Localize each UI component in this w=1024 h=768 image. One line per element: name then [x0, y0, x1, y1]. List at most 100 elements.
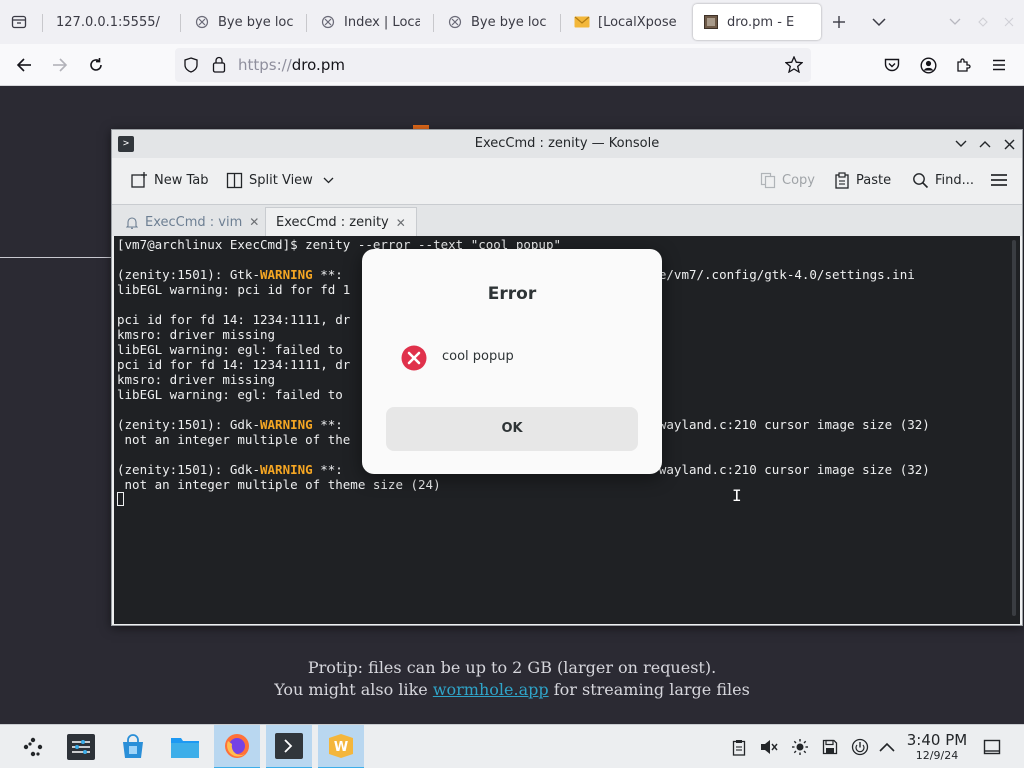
volume-muted-icon[interactable]: [759, 737, 779, 757]
maximize-button[interactable]: [970, 9, 996, 35]
find-button[interactable]: Find...: [912, 168, 974, 192]
konsole-titlebar[interactable]: > ExecCmd : zenity — Konsole: [112, 130, 1022, 158]
url-host: dro.pm: [291, 56, 345, 74]
system-clock[interactable]: 3:40 PM 12/9/24: [896, 731, 978, 763]
folder-icon: [171, 738, 199, 758]
maximize-icon: [978, 17, 988, 27]
site-favicon: [703, 14, 719, 30]
hamburger-menu-button[interactable]: [990, 168, 1008, 192]
browser-tab-5[interactable]: [LocalXpose: [564, 4, 686, 40]
split-view-label: Split View: [249, 172, 313, 188]
pocket-button[interactable]: [878, 52, 906, 78]
new-tab-icon: [131, 172, 147, 188]
launcher-icon: [23, 737, 43, 757]
taskbar: W 3:40 PM 12/9/24: [0, 724, 1024, 768]
tab-separator: [433, 14, 434, 32]
search-icon: [913, 172, 929, 188]
bell-icon: [126, 216, 138, 229]
terminal-line: pci id for fd 14: 1234:1111, dr: [117, 357, 351, 372]
tab-separator: [42, 14, 43, 32]
new-tab-button[interactable]: New Tab: [130, 168, 209, 192]
menu-button[interactable]: [985, 52, 1013, 78]
close-tab-icon[interactable]: ✕: [396, 216, 406, 230]
account-button[interactable]: [914, 52, 942, 78]
chevron-down-icon: [955, 140, 967, 147]
maximize-button[interactable]: [976, 135, 994, 153]
save-disk-icon[interactable]: [820, 737, 840, 757]
browser-tab-2[interactable]: Bye bye local: [184, 4, 304, 40]
discover-store-icon: [123, 734, 143, 758]
list-all-tabs-button[interactable]: [866, 9, 892, 35]
clock-time: 3:40 PM: [906, 731, 968, 749]
svg-text:W: W: [334, 740, 348, 755]
task-konsole[interactable]: [266, 725, 312, 768]
application-launcher[interactable]: [10, 725, 56, 768]
paste-button[interactable]: Paste: [834, 168, 891, 192]
minimize-button[interactable]: [952, 135, 970, 153]
text-cursor-icon: I: [732, 486, 742, 505]
plus-icon: [833, 16, 845, 28]
terminal-line-part: **:: [312, 417, 343, 432]
hamburger-icon: [991, 174, 1007, 186]
browser-tab-4[interactable]: Bye bye local: [437, 4, 557, 40]
brightness-icon[interactable]: [790, 737, 810, 757]
shield-icon[interactable]: [184, 57, 198, 77]
chevron-down-icon: [323, 177, 334, 183]
back-button[interactable]: [10, 52, 38, 78]
konsole-tab-vim[interactable]: ExecCmd : vim ✕: [116, 207, 269, 237]
konsole-tab-zenity[interactable]: ExecCmd : zenity ✕: [265, 207, 417, 237]
browser-tab-6[interactable]: dro.pm - E: [693, 4, 821, 40]
browser-tab-3[interactable]: Index | Loca: [310, 4, 430, 40]
terminal-line: (zenity:1501): Gtk-: [117, 267, 260, 282]
task-file-manager[interactable]: [162, 725, 208, 768]
terminal-line: (zenity:1501): Gdk-: [117, 462, 260, 477]
extensions-button[interactable]: [950, 52, 978, 78]
wps-office-icon: W: [329, 734, 353, 758]
url-bar[interactable]: https://dro.pm: [175, 48, 811, 82]
close-icon: [1004, 17, 1014, 27]
firefox-view-button[interactable]: [6, 9, 32, 35]
power-status-icon[interactable]: [850, 737, 870, 757]
forward-button[interactable]: [46, 52, 74, 78]
copy-button[interactable]: Copy: [760, 168, 815, 192]
lock-icon[interactable]: [212, 56, 226, 77]
show-desktop-icon[interactable]: [982, 737, 1002, 757]
terminal-line: pci id for fd 14: 1234:1111, dr: [117, 312, 351, 327]
account-icon: [919, 56, 937, 74]
page-divider: [0, 257, 112, 258]
new-tab-button[interactable]: [826, 9, 852, 35]
tab-label: 127.0.0.1:5555/: [56, 14, 160, 30]
close-tab-icon[interactable]: ✕: [249, 215, 259, 229]
firefox-icon: [225, 734, 249, 758]
task-system-settings[interactable]: [58, 725, 104, 768]
dialog-message: cool popup: [442, 349, 514, 364]
bookmark-star-icon[interactable]: [784, 55, 804, 77]
close-window-button[interactable]: [996, 9, 1022, 35]
close-icon: [1004, 139, 1014, 149]
protip-line-1: Protip: files can be up to 2 GB (larger …: [307, 658, 717, 677]
copy-label: Copy: [782, 172, 815, 188]
browser-tab-1[interactable]: 127.0.0.1:5555/: [46, 4, 176, 40]
terminal-line: libEGL warning: egl: failed to: [117, 387, 343, 402]
minimize-button[interactable]: [942, 9, 968, 35]
task-wps[interactable]: W: [318, 725, 364, 768]
terminal-icon: [275, 733, 303, 759]
new-tab-label: New Tab: [154, 172, 209, 188]
ok-button[interactable]: OK: [386, 407, 638, 451]
terminal-line: libEGL warning: egl: failed to: [117, 342, 343, 357]
url-text[interactable]: https://dro.pm: [238, 56, 345, 74]
task-discover[interactable]: [110, 725, 156, 768]
split-view-button[interactable]: Split View: [226, 168, 334, 192]
task-firefox[interactable]: [214, 725, 260, 768]
tray-expand-chevron-up-icon[interactable]: [877, 737, 897, 757]
clipboard-tray-icon[interactable]: [729, 737, 749, 757]
reload-button[interactable]: [82, 52, 110, 78]
terminal-warning-word: WARNING: [260, 417, 313, 432]
paste-label: Paste: [856, 172, 892, 188]
chevron-up-icon: [979, 141, 991, 148]
terminal-scrollbar[interactable]: [1012, 240, 1016, 616]
find-label: Find...: [935, 172, 975, 188]
wormhole-link[interactable]: wormhole.app: [433, 680, 549, 699]
close-button[interactable]: [1000, 135, 1018, 153]
protip-prefix: You might also like: [274, 680, 428, 699]
